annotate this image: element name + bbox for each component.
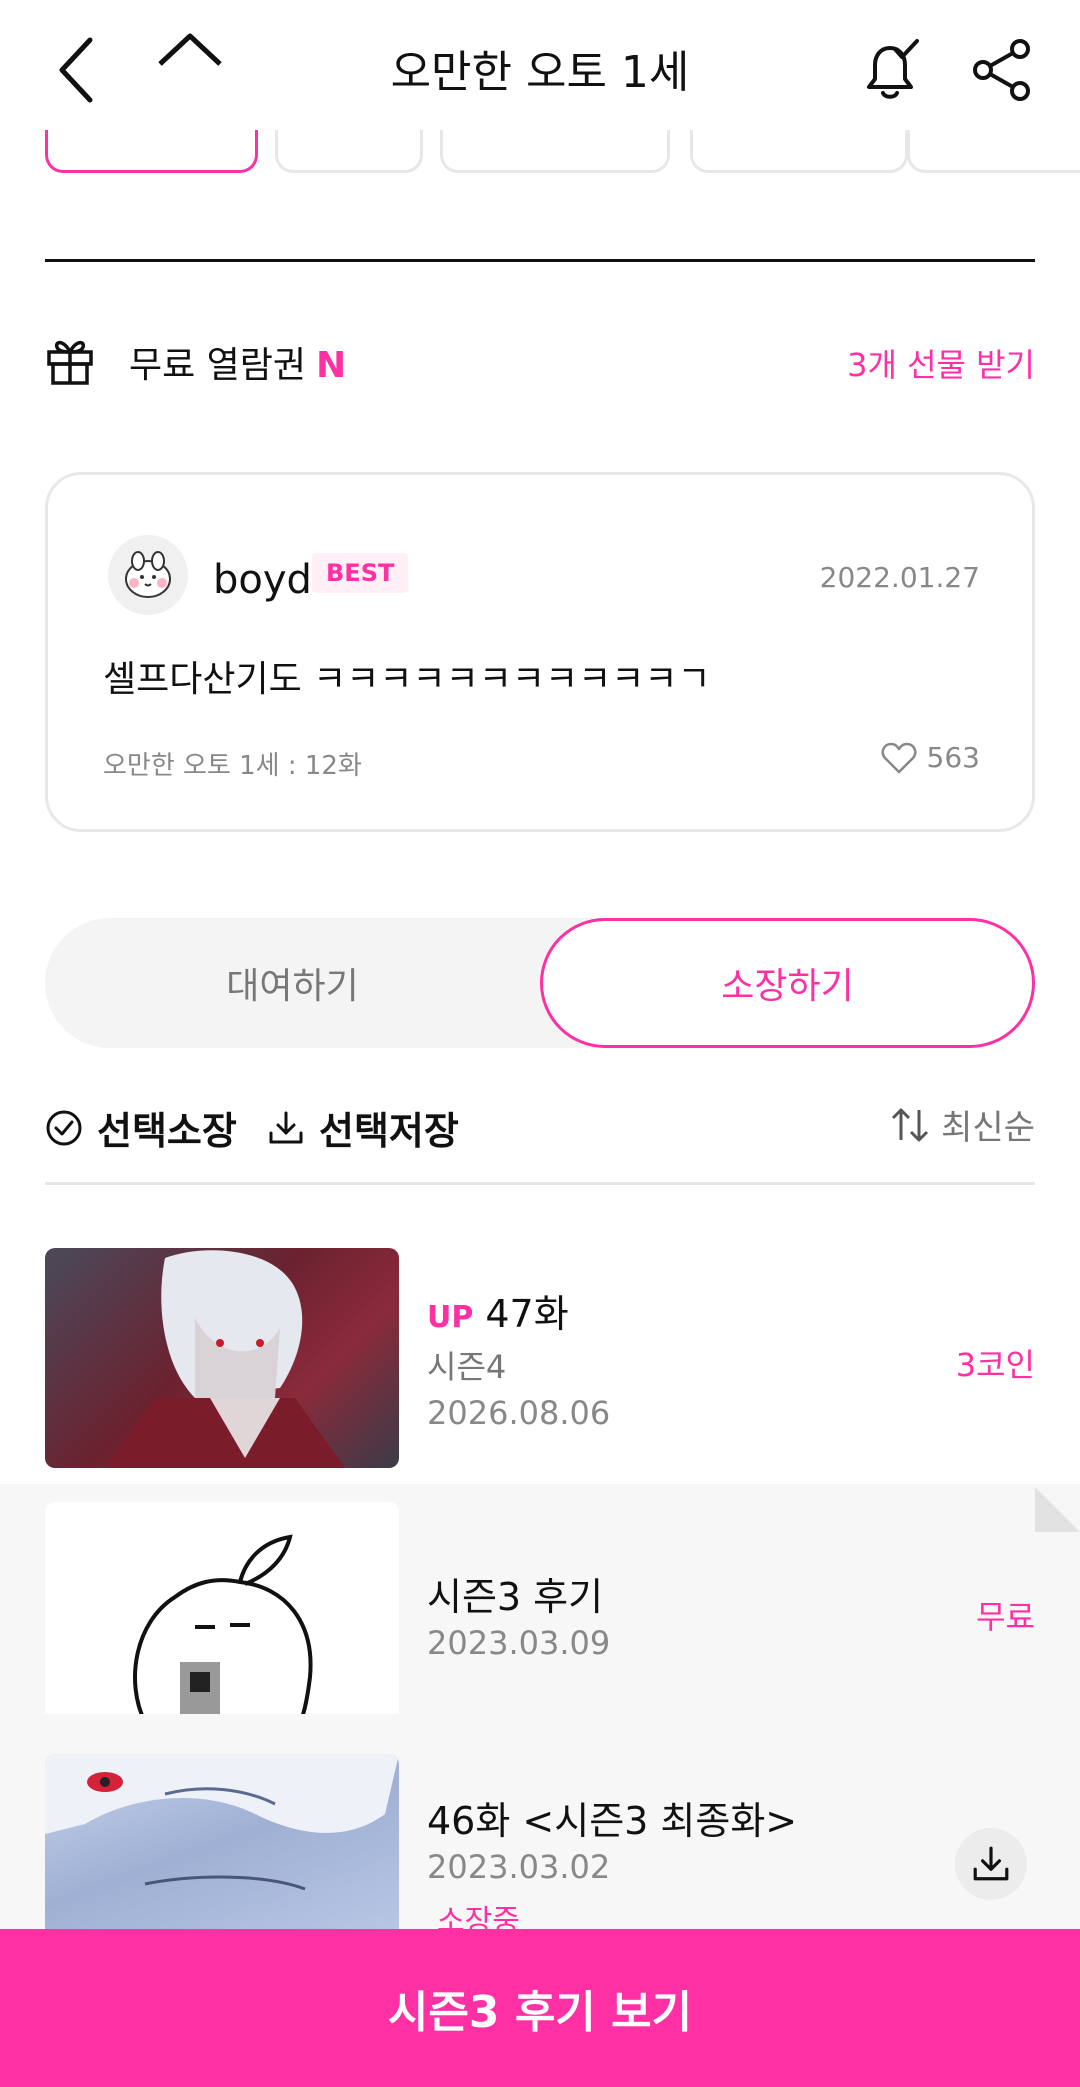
- list-divider: [45, 1182, 1035, 1185]
- likes-count: 563: [926, 741, 980, 774]
- download-button[interactable]: [955, 1828, 1027, 1900]
- episode-row[interactable]: 46화 <시즌3 최종화> 2023.03.02 소장중: [0, 1714, 1080, 1939]
- episode-title: 시즌3 후기: [427, 1575, 604, 1619]
- episode-date: 2023.03.02: [427, 1848, 611, 1886]
- sort-label: 최신순: [941, 1108, 1035, 1148]
- episode-row[interactable]: UP 47화 시즌4 2026.08.06 3코인: [0, 1248, 1080, 1500]
- episode-number: 47화: [485, 1292, 569, 1336]
- gift-icon: [47, 340, 93, 385]
- tab-rent[interactable]: 대여하기: [45, 918, 540, 1048]
- select-own-button[interactable]: 선택소장: [45, 1100, 237, 1155]
- select-own-label: 선택소장: [97, 1109, 237, 1153]
- episode-title: 46화 <시즌3 최종화>: [427, 1799, 798, 1843]
- download-icon: [973, 1846, 1009, 1881]
- sort-button[interactable]: 최신순: [889, 1100, 1035, 1149]
- episode-season: 시즌4: [427, 1348, 507, 1386]
- section-divider: [45, 259, 1035, 262]
- share-icon[interactable]: [968, 35, 1038, 105]
- comment-date: 2022.01.27: [819, 561, 980, 594]
- episode-price: 3코인: [955, 1346, 1035, 1384]
- receive-gift-link[interactable]: 3개 선물 받기: [847, 340, 1035, 386]
- rabbit-avatar-icon: [125, 551, 171, 598]
- episode-title: UP 47화: [427, 1283, 569, 1338]
- episode-thumbnail: [45, 1502, 399, 1722]
- new-badge: N: [316, 345, 347, 386]
- select-save-button[interactable]: 선택저장: [267, 1100, 459, 1155]
- best-comment-card[interactable]: boyd BEST 2022.01.27 셀프다산기도 ㅋㅋㅋㅋㅋㅋㅋㅋㅋㅋㅋㄱ…: [45, 472, 1035, 832]
- avatar: [108, 535, 188, 615]
- episode-actions: 선택소장 선택저장 최신순: [45, 1100, 1035, 1160]
- best-badge: BEST: [312, 553, 409, 593]
- episode-row[interactable]: 시즌3 후기 2023.03.09 무료: [0, 1484, 1080, 1722]
- character-thumbnail-image: [45, 1754, 399, 1891]
- comment-episode-meta: 오만한 오토 1세 : 12화: [103, 751, 362, 781]
- episode-thumbnail: [45, 1248, 399, 1468]
- episode-price: 무료: [976, 1598, 1035, 1636]
- page-fold-corner: [1035, 1487, 1080, 1532]
- free-pass-row: 무료 열람권 N 3개 선물 받기: [45, 330, 1035, 390]
- comment-username: boyd: [213, 557, 312, 603]
- comment-likes[interactable]: 563: [881, 741, 980, 774]
- tab-own[interactable]: 소장하기: [540, 918, 1035, 1048]
- download-icon: [269, 1111, 303, 1143]
- view-episode-button[interactable]: 시즌3 후기 보기: [0, 1929, 1080, 2087]
- episode-thumbnail: [45, 1754, 399, 1929]
- episode-date: 2026.08.06: [427, 1394, 611, 1432]
- free-pass-text: 무료 열람권: [129, 345, 307, 386]
- character-thumbnail-image: [105, 1250, 345, 1468]
- sort-arrows-icon: [892, 1108, 929, 1141]
- top-bar: 오만한 오토 1세: [0, 0, 1080, 130]
- update-badge: UP: [427, 1300, 474, 1335]
- free-pass-label: 무료 열람권 N: [129, 336, 346, 388]
- heart-icon: [881, 742, 916, 773]
- check-circle-icon: [46, 1110, 82, 1145]
- sketch-thumbnail-image: [133, 1534, 313, 1722]
- purchase-mode-toggle: 대여하기 소장하기: [45, 918, 1035, 1048]
- episode-date: 2023.03.09: [427, 1624, 611, 1662]
- select-save-label: 선택저장: [319, 1109, 459, 1153]
- comment-text: 셀프다산기도 ㅋㅋㅋㅋㅋㅋㅋㅋㅋㅋㅋㄱ: [103, 659, 711, 700]
- bell-check-icon[interactable]: [855, 35, 925, 105]
